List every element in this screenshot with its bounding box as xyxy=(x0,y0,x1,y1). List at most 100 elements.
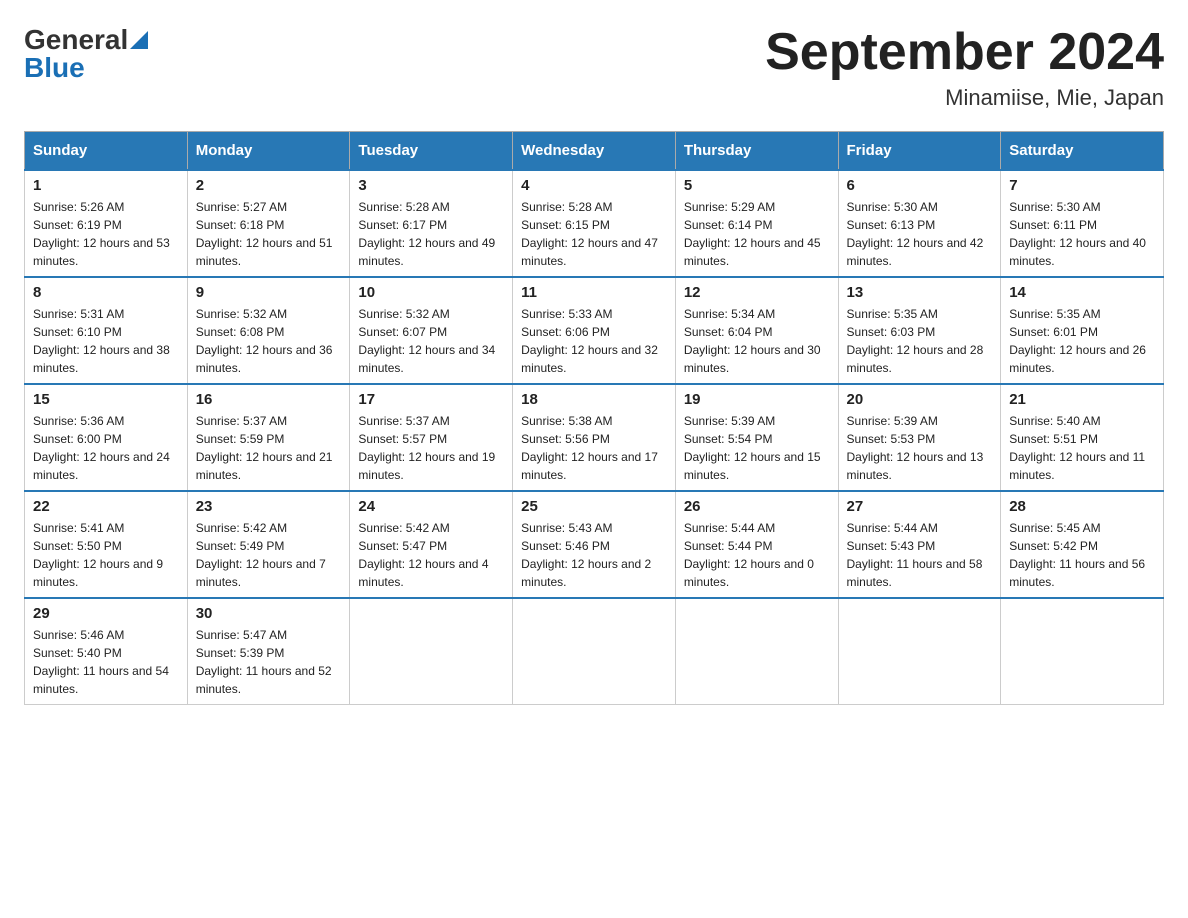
calendar-cell: 30 Sunrise: 5:47 AMSunset: 5:39 PMDaylig… xyxy=(187,598,350,705)
header-sunday: Sunday xyxy=(25,132,188,171)
day-info: Sunrise: 5:32 AMSunset: 6:08 PMDaylight:… xyxy=(196,305,342,377)
day-number: 13 xyxy=(847,284,993,301)
calendar-week-2: 8 Sunrise: 5:31 AMSunset: 6:10 PMDayligh… xyxy=(25,277,1164,384)
day-number: 25 xyxy=(521,498,667,515)
day-info: Sunrise: 5:26 AMSunset: 6:19 PMDaylight:… xyxy=(33,198,179,270)
day-number: 12 xyxy=(684,284,830,301)
day-number: 24 xyxy=(358,498,504,515)
day-number: 5 xyxy=(684,177,830,194)
logo-triangle-icon xyxy=(130,31,148,49)
calendar-cell: 20 Sunrise: 5:39 AMSunset: 5:53 PMDaylig… xyxy=(838,384,1001,491)
day-number: 29 xyxy=(33,605,179,622)
day-number: 19 xyxy=(684,391,830,408)
day-number: 3 xyxy=(358,177,504,194)
day-info: Sunrise: 5:30 AMSunset: 6:13 PMDaylight:… xyxy=(847,198,993,270)
calendar-week-4: 22 Sunrise: 5:41 AMSunset: 5:50 PMDaylig… xyxy=(25,491,1164,598)
day-number: 20 xyxy=(847,391,993,408)
calendar-week-1: 1 Sunrise: 5:26 AMSunset: 6:19 PMDayligh… xyxy=(25,170,1164,277)
day-number: 14 xyxy=(1009,284,1155,301)
calendar-header-row: Sunday Monday Tuesday Wednesday Thursday… xyxy=(25,132,1164,171)
calendar-cell: 3 Sunrise: 5:28 AMSunset: 6:17 PMDayligh… xyxy=(350,170,513,277)
calendar-cell: 1 Sunrise: 5:26 AMSunset: 6:19 PMDayligh… xyxy=(25,170,188,277)
header-monday: Monday xyxy=(187,132,350,171)
day-info: Sunrise: 5:30 AMSunset: 6:11 PMDaylight:… xyxy=(1009,198,1155,270)
day-info: Sunrise: 5:39 AMSunset: 5:54 PMDaylight:… xyxy=(684,412,830,484)
day-number: 30 xyxy=(196,605,342,622)
day-info: Sunrise: 5:32 AMSunset: 6:07 PMDaylight:… xyxy=(358,305,504,377)
day-info: Sunrise: 5:41 AMSunset: 5:50 PMDaylight:… xyxy=(33,519,179,591)
day-number: 27 xyxy=(847,498,993,515)
calendar-cell: 6 Sunrise: 5:30 AMSunset: 6:13 PMDayligh… xyxy=(838,170,1001,277)
day-info: Sunrise: 5:27 AMSunset: 6:18 PMDaylight:… xyxy=(196,198,342,270)
header-friday: Friday xyxy=(838,132,1001,171)
day-info: Sunrise: 5:38 AMSunset: 5:56 PMDaylight:… xyxy=(521,412,667,484)
header-saturday: Saturday xyxy=(1001,132,1164,171)
calendar-table: Sunday Monday Tuesday Wednesday Thursday… xyxy=(24,131,1164,705)
day-info: Sunrise: 5:33 AMSunset: 6:06 PMDaylight:… xyxy=(521,305,667,377)
calendar-cell: 14 Sunrise: 5:35 AMSunset: 6:01 PMDaylig… xyxy=(1001,277,1164,384)
day-number: 8 xyxy=(33,284,179,301)
calendar-cell: 10 Sunrise: 5:32 AMSunset: 6:07 PMDaylig… xyxy=(350,277,513,384)
day-number: 1 xyxy=(33,177,179,194)
day-number: 28 xyxy=(1009,498,1155,515)
day-info: Sunrise: 5:37 AMSunset: 5:59 PMDaylight:… xyxy=(196,412,342,484)
day-number: 15 xyxy=(33,391,179,408)
calendar-cell: 7 Sunrise: 5:30 AMSunset: 6:11 PMDayligh… xyxy=(1001,170,1164,277)
calendar-subtitle: Minamiise, Mie, Japan xyxy=(765,85,1164,111)
calendar-cell: 29 Sunrise: 5:46 AMSunset: 5:40 PMDaylig… xyxy=(25,598,188,705)
day-number: 17 xyxy=(358,391,504,408)
calendar-cell: 21 Sunrise: 5:40 AMSunset: 5:51 PMDaylig… xyxy=(1001,384,1164,491)
day-info: Sunrise: 5:43 AMSunset: 5:46 PMDaylight:… xyxy=(521,519,667,591)
calendar-cell: 18 Sunrise: 5:38 AMSunset: 5:56 PMDaylig… xyxy=(513,384,676,491)
day-number: 10 xyxy=(358,284,504,301)
day-info: Sunrise: 5:44 AMSunset: 5:44 PMDaylight:… xyxy=(684,519,830,591)
day-number: 4 xyxy=(521,177,667,194)
calendar-cell: 27 Sunrise: 5:44 AMSunset: 5:43 PMDaylig… xyxy=(838,491,1001,598)
calendar-cell: 24 Sunrise: 5:42 AMSunset: 5:47 PMDaylig… xyxy=(350,491,513,598)
calendar-cell xyxy=(1001,598,1164,705)
calendar-cell: 11 Sunrise: 5:33 AMSunset: 6:06 PMDaylig… xyxy=(513,277,676,384)
header-thursday: Thursday xyxy=(675,132,838,171)
day-info: Sunrise: 5:42 AMSunset: 5:47 PMDaylight:… xyxy=(358,519,504,591)
calendar-cell: 16 Sunrise: 5:37 AMSunset: 5:59 PMDaylig… xyxy=(187,384,350,491)
calendar-cell: 25 Sunrise: 5:43 AMSunset: 5:46 PMDaylig… xyxy=(513,491,676,598)
calendar-cell: 15 Sunrise: 5:36 AMSunset: 6:00 PMDaylig… xyxy=(25,384,188,491)
calendar-cell: 13 Sunrise: 5:35 AMSunset: 6:03 PMDaylig… xyxy=(838,277,1001,384)
day-info: Sunrise: 5:35 AMSunset: 6:01 PMDaylight:… xyxy=(1009,305,1155,377)
day-info: Sunrise: 5:40 AMSunset: 5:51 PMDaylight:… xyxy=(1009,412,1155,484)
day-number: 23 xyxy=(196,498,342,515)
day-info: Sunrise: 5:39 AMSunset: 5:53 PMDaylight:… xyxy=(847,412,993,484)
calendar-cell: 2 Sunrise: 5:27 AMSunset: 6:18 PMDayligh… xyxy=(187,170,350,277)
day-info: Sunrise: 5:35 AMSunset: 6:03 PMDaylight:… xyxy=(847,305,993,377)
calendar-cell: 28 Sunrise: 5:45 AMSunset: 5:42 PMDaylig… xyxy=(1001,491,1164,598)
calendar-cell: 23 Sunrise: 5:42 AMSunset: 5:49 PMDaylig… xyxy=(187,491,350,598)
calendar-body: 1 Sunrise: 5:26 AMSunset: 6:19 PMDayligh… xyxy=(25,170,1164,705)
day-number: 7 xyxy=(1009,177,1155,194)
calendar-cell xyxy=(513,598,676,705)
day-info: Sunrise: 5:29 AMSunset: 6:14 PMDaylight:… xyxy=(684,198,830,270)
calendar-cell: 5 Sunrise: 5:29 AMSunset: 6:14 PMDayligh… xyxy=(675,170,838,277)
calendar-cell: 22 Sunrise: 5:41 AMSunset: 5:50 PMDaylig… xyxy=(25,491,188,598)
day-info: Sunrise: 5:42 AMSunset: 5:49 PMDaylight:… xyxy=(196,519,342,591)
day-info: Sunrise: 5:47 AMSunset: 5:39 PMDaylight:… xyxy=(196,626,342,698)
day-info: Sunrise: 5:28 AMSunset: 6:17 PMDaylight:… xyxy=(358,198,504,270)
calendar-week-3: 15 Sunrise: 5:36 AMSunset: 6:00 PMDaylig… xyxy=(25,384,1164,491)
calendar-cell: 8 Sunrise: 5:31 AMSunset: 6:10 PMDayligh… xyxy=(25,277,188,384)
calendar-cell: 17 Sunrise: 5:37 AMSunset: 5:57 PMDaylig… xyxy=(350,384,513,491)
day-info: Sunrise: 5:45 AMSunset: 5:42 PMDaylight:… xyxy=(1009,519,1155,591)
page-header: General Blue September 2024 Minamiise, M… xyxy=(24,24,1164,111)
day-number: 11 xyxy=(521,284,667,301)
calendar-cell: 19 Sunrise: 5:39 AMSunset: 5:54 PMDaylig… xyxy=(675,384,838,491)
day-number: 9 xyxy=(196,284,342,301)
day-number: 6 xyxy=(847,177,993,194)
day-number: 22 xyxy=(33,498,179,515)
calendar-cell: 26 Sunrise: 5:44 AMSunset: 5:44 PMDaylig… xyxy=(675,491,838,598)
calendar-week-5: 29 Sunrise: 5:46 AMSunset: 5:40 PMDaylig… xyxy=(25,598,1164,705)
calendar-cell: 12 Sunrise: 5:34 AMSunset: 6:04 PMDaylig… xyxy=(675,277,838,384)
day-info: Sunrise: 5:36 AMSunset: 6:00 PMDaylight:… xyxy=(33,412,179,484)
logo-text-blue: Blue xyxy=(24,52,148,84)
day-info: Sunrise: 5:46 AMSunset: 5:40 PMDaylight:… xyxy=(33,626,179,698)
header-wednesday: Wednesday xyxy=(513,132,676,171)
day-info: Sunrise: 5:34 AMSunset: 6:04 PMDaylight:… xyxy=(684,305,830,377)
calendar-title: September 2024 xyxy=(765,24,1164,81)
